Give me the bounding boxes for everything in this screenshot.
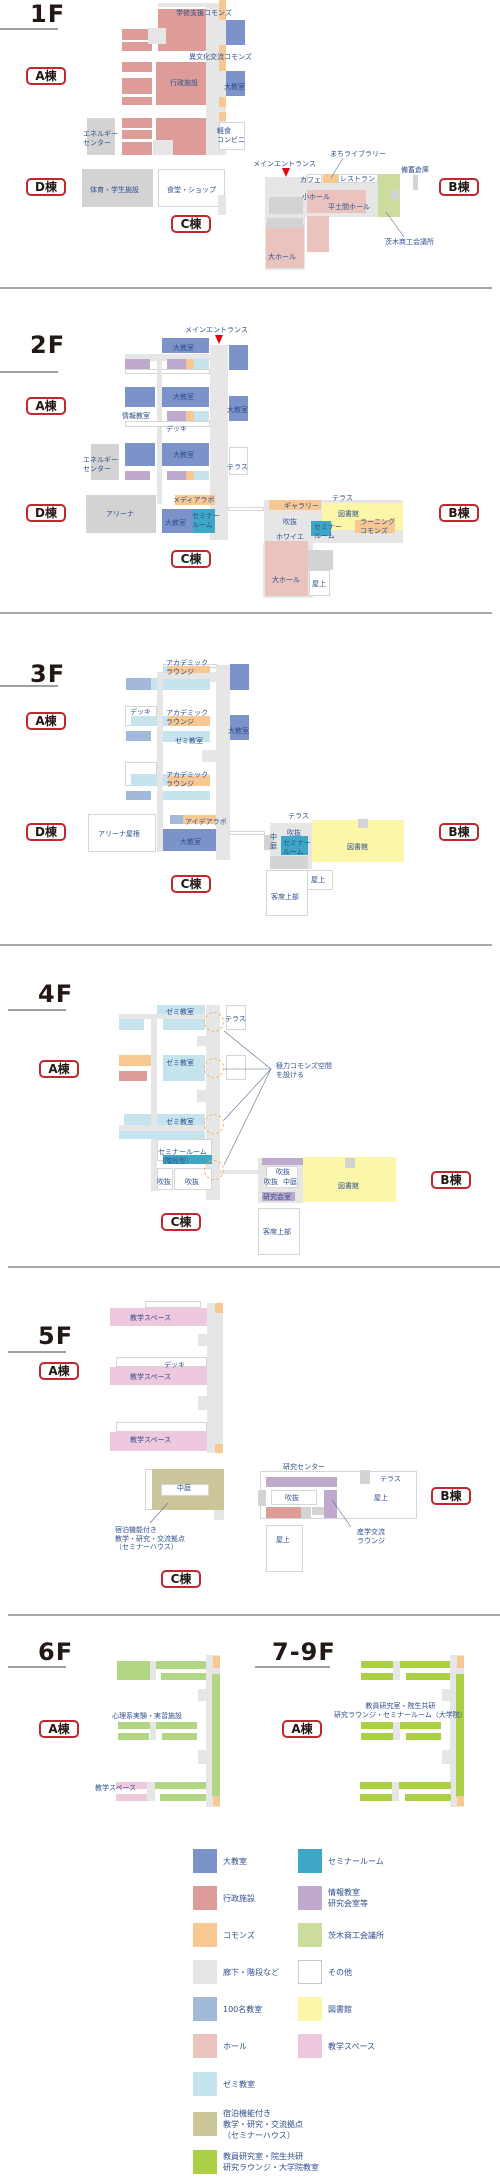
legend-swatch [298, 2034, 322, 2058]
leader-line [223, 1068, 272, 1121]
legend-swatch [193, 1886, 217, 1910]
legend-label: 茨木商工会議所 [328, 1930, 384, 1940]
legend-label: 大教室 [223, 1856, 247, 1866]
legend-label: その他 [328, 1967, 352, 1977]
legend-swatch [193, 1997, 217, 2021]
leader-lines [149, 157, 405, 1528]
legend-swatch [193, 2150, 217, 2174]
legend-label: 図書館 [328, 2004, 352, 2014]
leader-line [330, 157, 344, 179]
legend-label: 教学スペース [328, 2041, 376, 2051]
legend-label: ホール [223, 2041, 247, 2051]
leader-line [223, 1030, 272, 1070]
legend-swatch [298, 1849, 322, 1873]
leader-line [149, 1502, 169, 1524]
legend-swatch [193, 2034, 217, 2058]
legend-swatch [298, 1997, 322, 2021]
legend-label: 宿泊機能付き 教学・研究・交流拠点 （セミナーハウス） [223, 2108, 303, 2140]
legend-label: セミナールーム [328, 1856, 384, 1866]
legend-swatch [193, 1849, 217, 1873]
legend-swatch [298, 1960, 322, 1984]
leader-line [331, 1499, 352, 1528]
legend-label: 100名教室 [223, 2004, 263, 2014]
legend-swatch [193, 2072, 217, 2096]
legend-swatch [298, 1923, 322, 1947]
legend-label: コモンズ [223, 1930, 255, 1940]
legend-label: ゼミ教室 [223, 2079, 255, 2089]
legend-swatch [193, 1923, 217, 1947]
legend-swatch [193, 1960, 217, 1984]
legend-label: 教員研究室・院生共研 研究ラウンジ・大学院教室 [223, 2152, 319, 2172]
legend-label: 廊下・階段など [223, 1967, 279, 1977]
leader-line [385, 211, 405, 238]
legend-label: 情報教室 研究会室等 [328, 1888, 368, 1908]
legend-swatch [193, 2112, 217, 2136]
legend-swatch [298, 1886, 322, 1910]
leader-line [223, 1068, 272, 1166]
legend-label: 行政施設 [223, 1893, 255, 1903]
